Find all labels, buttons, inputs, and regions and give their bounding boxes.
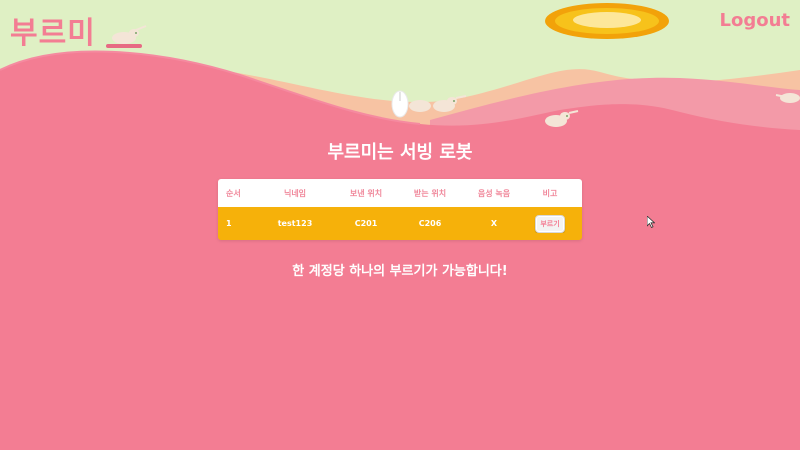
row-order: 1 xyxy=(226,219,232,228)
page-headline: 부르미는 서빙 로봇 xyxy=(327,142,473,163)
cursor-icon xyxy=(647,216,655,228)
row-to: C206 xyxy=(418,219,442,228)
sun-icon xyxy=(545,3,669,39)
column-header-to: 받는 위치 xyxy=(413,188,447,198)
row-from: C201 xyxy=(354,219,378,228)
app-logo[interactable]: 부르미 xyxy=(10,8,96,52)
column-header-nickname: 닉네임 xyxy=(283,188,307,198)
logout-link[interactable]: Logout xyxy=(719,10,790,31)
column-header-note: 비고 xyxy=(542,188,558,198)
call-table: 순서 닉네임 보낸 위치 받는 위치 음성 녹음 비고 1 test123 C2… xyxy=(218,179,582,240)
column-header-order: 순서 xyxy=(226,188,241,198)
call-button[interactable]: 부르기 xyxy=(535,214,565,233)
table-header-row: 순서 닉네임 보낸 위치 받는 위치 음성 녹음 비고 xyxy=(218,179,582,207)
robot-icon xyxy=(391,90,409,118)
row-voice: X xyxy=(490,219,498,228)
row-nickname: test123 xyxy=(277,219,313,228)
column-header-voice: 음성 녹음 xyxy=(477,188,511,198)
table-row: 1 test123 C201 C206 X 부르기 xyxy=(218,207,582,240)
notice-text: 한 계정당 하나의 부르기가 가능합니다! xyxy=(292,264,508,279)
column-header-from: 보낸 위치 xyxy=(349,188,383,198)
row-action-cell: 부르기 xyxy=(526,214,574,233)
